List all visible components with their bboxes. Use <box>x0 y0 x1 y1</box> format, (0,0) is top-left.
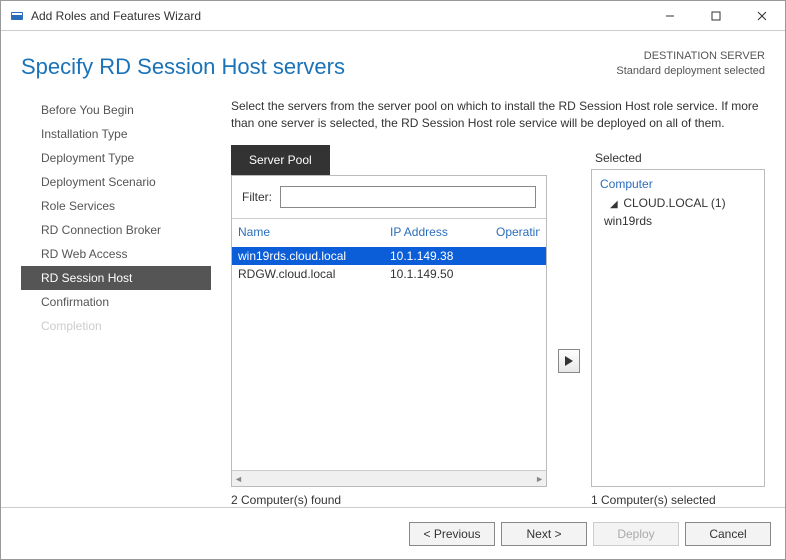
collapse-icon[interactable]: ◢ <box>610 199 620 210</box>
cell-name: RDGW.cloud.local <box>238 267 390 281</box>
cell-os <box>496 249 540 263</box>
maximize-button[interactable] <box>693 1 739 31</box>
cell-ip: 10.1.149.50 <box>390 267 496 281</box>
nav-item-completion: Completion <box>21 314 211 338</box>
pool-count: 2 Computer(s) found <box>231 487 547 507</box>
content-body: Specify RD Session Host servers DESTINAT… <box>1 31 785 507</box>
cell-os <box>496 267 540 281</box>
cell-name: win19rds.cloud.local <box>238 249 390 263</box>
destination-label: DESTINATION SERVER <box>616 49 765 64</box>
filter-row: Filter: <box>232 176 546 219</box>
server-pool-area: Server Pool Filter: Name IP Address <box>231 145 547 507</box>
server-pool-box: Filter: Name IP Address Operating win19r… <box>231 175 547 487</box>
titlebar: Add Roles and Features Wizard <box>1 1 785 31</box>
next-button[interactable]: Next > <box>501 522 587 546</box>
nav-item-rd-web-access[interactable]: RD Web Access <box>21 242 211 266</box>
destination-value: Standard deployment selected <box>616 64 765 79</box>
destination-block: DESTINATION SERVER Standard deployment s… <box>616 49 765 80</box>
right-pane: Select the servers from the server pool … <box>211 98 765 507</box>
nav-item-deployment-scenario[interactable]: Deployment Scenario <box>21 170 211 194</box>
nav-item-role-services[interactable]: Role Services <box>21 194 211 218</box>
footer: < Previous Next > Deploy Cancel <box>1 507 785 559</box>
server-grid: Name IP Address Operating win19rds.cloud… <box>232 219 546 486</box>
arrow-column <box>557 145 581 507</box>
server-row[interactable]: RDGW.cloud.local10.1.149.50 <box>232 265 546 283</box>
wizard-icon <box>9 8 25 24</box>
nav-item-installation-type[interactable]: Installation Type <box>21 122 211 146</box>
nav-item-rd-session-host[interactable]: RD Session Host <box>21 266 211 290</box>
page-title: Specify RD Session Host servers <box>21 54 616 80</box>
scroll-left-icon[interactable]: ◄ <box>234 474 243 484</box>
grid-header: Name IP Address Operating <box>232 219 546 247</box>
selected-header: Computer <box>600 174 756 194</box>
selected-area: Selected Computer ◢ CLOUD.LOCAL (1) win1… <box>591 145 765 507</box>
deploy-button: Deploy <box>593 522 679 546</box>
h-scrollbar[interactable]: ◄ ► <box>232 470 546 486</box>
wizard-nav: Before You BeginInstallation TypeDeploym… <box>21 98 211 507</box>
server-row[interactable]: win19rds.cloud.local10.1.149.38 <box>232 247 546 265</box>
wizard-window: Add Roles and Features Wizard Specify RD… <box>0 0 786 560</box>
selected-items: win19rds <box>600 212 756 230</box>
selected-count: 1 Computer(s) selected <box>591 487 765 507</box>
nav-item-rd-connection-broker[interactable]: RD Connection Broker <box>21 218 211 242</box>
header-ip[interactable]: IP Address <box>390 225 496 239</box>
nav-item-deployment-type[interactable]: Deployment Type <box>21 146 211 170</box>
pool-selected-row: Server Pool Filter: Name IP Address <box>231 145 765 507</box>
header-os[interactable]: Operating <box>496 225 540 239</box>
grid-body[interactable]: win19rds.cloud.local10.1.149.38RDGW.clou… <box>232 247 546 470</box>
header-name[interactable]: Name <box>238 225 390 239</box>
titlebar-buttons <box>647 1 785 31</box>
tab-server-pool[interactable]: Server Pool <box>231 145 330 175</box>
selected-item[interactable]: win19rds <box>600 212 756 230</box>
main-area: Before You BeginInstallation TypeDeploym… <box>21 98 765 507</box>
minimize-button[interactable] <box>647 1 693 31</box>
selected-group[interactable]: ◢ CLOUD.LOCAL (1) <box>600 194 756 212</box>
cancel-button[interactable]: Cancel <box>685 522 771 546</box>
filter-input[interactable] <box>280 186 536 208</box>
filter-label: Filter: <box>242 190 272 204</box>
add-button[interactable] <box>558 349 580 373</box>
selected-box[interactable]: Computer ◢ CLOUD.LOCAL (1) win19rds <box>591 169 765 487</box>
tabs: Server Pool <box>231 145 547 175</box>
cell-ip: 10.1.149.38 <box>390 249 496 263</box>
nav-item-confirmation[interactable]: Confirmation <box>21 290 211 314</box>
previous-button[interactable]: < Previous <box>409 522 495 546</box>
scroll-right-icon[interactable]: ► <box>535 474 544 484</box>
nav-item-before-you-begin[interactable]: Before You Begin <box>21 98 211 122</box>
close-button[interactable] <box>739 1 785 31</box>
selected-group-label: CLOUD.LOCAL (1) <box>623 196 725 210</box>
header: Specify RD Session Host servers DESTINAT… <box>21 31 765 98</box>
window-title: Add Roles and Features Wizard <box>31 9 201 23</box>
selected-label: Selected <box>591 145 765 169</box>
instructions-text: Select the servers from the server pool … <box>231 98 765 132</box>
